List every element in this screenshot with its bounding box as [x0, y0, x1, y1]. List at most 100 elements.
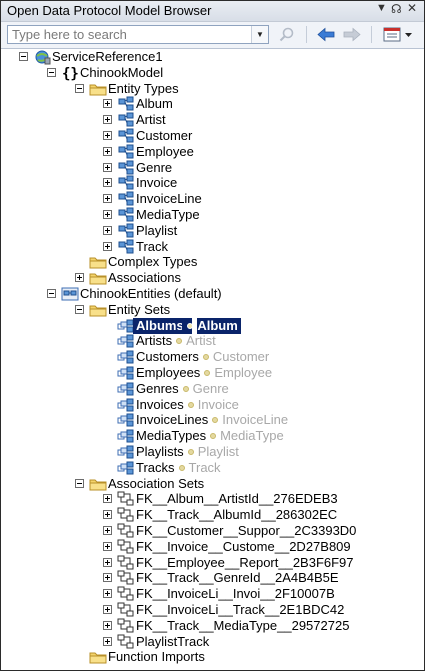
tree-item[interactable]: Invoice [103, 175, 424, 191]
tree-item[interactable]: Employee [103, 144, 424, 160]
tree-item-label: Complex Types [108, 254, 198, 270]
tree-item[interactable]: FK__InvoiceLi__Invoi__2F10007B [103, 586, 424, 602]
tree-item[interactable]: FK__Album__ArtistId__276EDEB3 [103, 491, 424, 507]
expand-plus-icon[interactable] [103, 146, 112, 156]
tree-item[interactable]: Genres Genre [103, 381, 424, 397]
tree-item[interactable]: FK__Track__AlbumId__286302EC [103, 507, 424, 523]
tree-item[interactable]: InvoiceLines InvoiceLine [103, 412, 424, 428]
tree-item[interactable]: Invoices Invoice [103, 397, 424, 413]
entity-set-type: InvoiceLine [222, 412, 289, 428]
expand-plus-icon[interactable] [103, 557, 112, 567]
tree-item[interactable]: ChinookEntities (default) [47, 286, 424, 302]
tree-item[interactable]: InvoiceLine [103, 191, 424, 207]
tree-item[interactable]: FK__Track__MediaType__29572725 [103, 618, 424, 634]
tree-item[interactable]: Artist [103, 112, 424, 128]
expand-plus-icon[interactable] [103, 115, 112, 125]
collapse-minus-icon[interactable] [75, 478, 84, 488]
entity-type-dot-icon [210, 433, 217, 440]
tree-item[interactable]: Function Imports [75, 649, 424, 665]
expand-plus-icon[interactable] [103, 510, 112, 520]
pin-icon[interactable]: ☊ [391, 2, 402, 16]
collapse-minus-icon[interactable] [19, 52, 28, 61]
tree-item[interactable]: ServiceReference1 [19, 49, 424, 65]
tree-item-label: Playlists [136, 444, 184, 459]
tree-item-label: FK__Track__GenreId__2A4B4B5E [136, 570, 339, 586]
tree-item-label: Entity Sets [108, 301, 171, 317]
expand-plus-icon[interactable] [75, 273, 84, 283]
tree-item[interactable]: Customer [103, 128, 424, 144]
model-browser-window: Open Data Protocol Model Browser ▼ ☊ ✕ ▼ [0, 0, 425, 671]
tree-item-label: FK__Album__ArtistId__276EDEB3 [136, 491, 338, 507]
expand-plus-icon[interactable] [103, 494, 112, 504]
tree-item[interactable]: Album [103, 96, 424, 112]
expand-plus-icon[interactable] [103, 162, 112, 172]
tree-item[interactable]: Association Sets [75, 476, 424, 492]
tree-item-label: Artists [136, 333, 173, 349]
expand-plus-icon[interactable] [103, 541, 112, 551]
expand-plus-icon[interactable] [103, 210, 112, 219]
view-options-button[interactable] [381, 25, 417, 44]
expand-plus-icon[interactable] [103, 620, 112, 630]
collapse-minus-icon[interactable] [47, 289, 56, 298]
expand-plus-icon[interactable] [103, 526, 112, 535]
tree-item[interactable]: Albums Album [103, 317, 424, 334]
tree-item-label: FK__InvoiceLi__Invoi__2F10007B [136, 586, 335, 602]
search-dropdown-chevron-icon[interactable]: ▼ [251, 26, 268, 43]
tree-item[interactable]: {} ChinookModel [47, 65, 424, 82]
tree-item-label: Albums [133, 317, 187, 334]
collapse-minus-icon[interactable] [75, 83, 84, 93]
tree-item[interactable]: Complex Types [75, 254, 424, 270]
entity-set-type: Playlist [197, 444, 239, 459]
association-set-icon [117, 523, 135, 539]
expand-plus-icon[interactable] [103, 241, 112, 251]
entity-type-dot-icon [176, 338, 183, 345]
search-button[interactable] [276, 25, 298, 44]
tree-item[interactable]: Playlist [103, 223, 424, 239]
tree-item[interactable]: Playlists Playlist [103, 444, 424, 460]
tree-item[interactable]: MediaType [103, 207, 424, 223]
tree-item[interactable]: Tracks Track [103, 460, 424, 476]
folder-icon [89, 476, 107, 492]
expand-plus-icon[interactable] [103, 194, 112, 204]
expand-plus-icon[interactable] [103, 573, 112, 583]
expand-plus-icon[interactable] [103, 131, 112, 140]
tree-item[interactable]: Entity Sets [75, 302, 424, 318]
entity-type-icon [117, 128, 135, 144]
expand-plus-icon[interactable] [103, 178, 112, 188]
tree-item-label: MediaType [136, 207, 200, 222]
collapse-minus-icon[interactable] [75, 304, 84, 314]
entity-type-icon [117, 207, 135, 223]
tree-item[interactable]: FK__InvoiceLi__Track__2E1BDC42 [103, 602, 424, 618]
expand-plus-icon[interactable] [103, 99, 112, 109]
collapse-minus-icon[interactable] [47, 67, 56, 77]
find-previous-button[interactable] [315, 25, 337, 44]
tree-item[interactable]: Employees Employee [103, 365, 424, 381]
expand-plus-icon[interactable] [103, 225, 112, 235]
tree-item-label: Associations [108, 270, 181, 286]
entity-type-dot-icon [187, 449, 194, 455]
find-next-button[interactable] [341, 25, 363, 44]
window-menu-chevron-icon[interactable]: ▼ [376, 2, 387, 14]
expand-plus-icon[interactable] [103, 589, 112, 599]
tree-item[interactable]: Customers Customer [103, 349, 424, 365]
tree-item[interactable]: FK__Invoice__Custome__2D27B809 [103, 539, 424, 555]
entity-set-type: Customer [212, 349, 270, 365]
toolbar: ▼ [1, 22, 424, 49]
expand-plus-icon[interactable] [103, 636, 112, 646]
tree-item[interactable]: Track [103, 239, 424, 255]
entity-type-icon [117, 175, 135, 191]
tree-item[interactable]: Associations [75, 270, 424, 286]
search-input[interactable] [8, 26, 248, 43]
tree-item[interactable]: FK__Customer__Suppor__2C3393D0 [103, 523, 424, 539]
tree-item[interactable]: MediaTypes MediaType [103, 428, 424, 444]
tree-item[interactable]: PlaylistTrack [103, 634, 424, 650]
entity-set-type: Invoice [197, 396, 239, 412]
tree-item[interactable]: FK__Employee__Report__2B3F6F97 [103, 555, 424, 571]
close-icon[interactable]: ✕ [407, 1, 417, 15]
expand-plus-icon[interactable] [103, 605, 112, 614]
tree-item[interactable]: FK__Track__GenreId__2A4B4B5E [103, 570, 424, 586]
tree-item[interactable]: Entity Types [75, 81, 424, 97]
tree-item[interactable]: Artists Artist [103, 333, 424, 349]
tree-item[interactable]: Genre [103, 160, 424, 176]
folder-icon [89, 254, 107, 270]
